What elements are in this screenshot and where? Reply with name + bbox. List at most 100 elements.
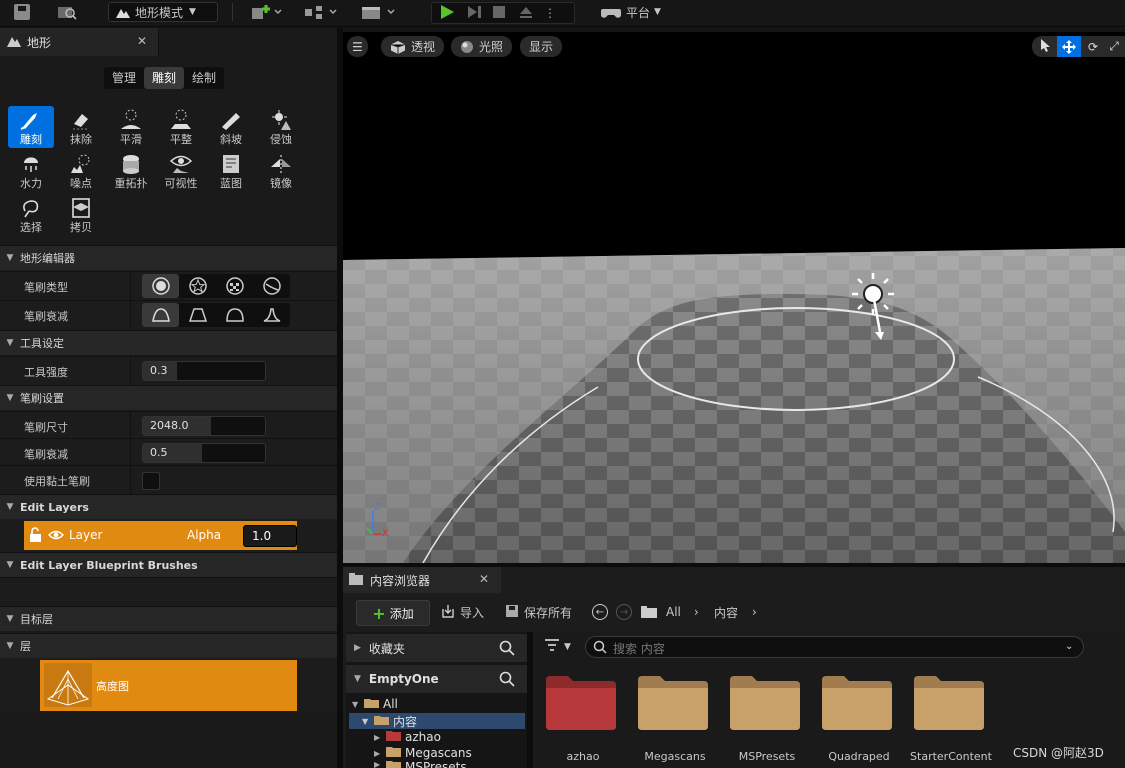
save-all-button[interactable]: 保存所有 [505,600,572,624]
select-cursor-icon[interactable] [1039,38,1057,55]
falloff-linear-button[interactable] [179,303,216,327]
gamepad-icon [601,9,621,18]
folder-tile-mspresets[interactable] [730,676,800,730]
clay-brush-checkbox[interactable] [142,472,160,490]
prop-divider [130,272,131,300]
tool-erosion[interactable]: 侵蚀 [258,106,304,148]
move-icon[interactable] [1057,36,1081,57]
section-tool-settings[interactable]: ▼ 工具设定 [0,330,337,355]
falloff-tip-button[interactable] [253,303,290,327]
tool-erase[interactable]: 抹除 [58,106,104,148]
history-forward-button[interactable]: → [616,600,632,624]
search-icon[interactable] [499,640,515,659]
tab-sculpt[interactable]: 雕刻 [144,67,185,89]
tool-visibility[interactable]: 可视性 [158,150,204,192]
rotate-icon[interactable]: ⟳ [1081,40,1105,54]
caret-right-icon: ▶ [374,732,381,742]
layer-row[interactable]: Layer Alpha 1.0 [24,521,297,550]
brush-circle-button[interactable] [142,274,179,298]
tab-manage[interactable]: 管理 [104,67,144,89]
history-back-button[interactable]: ← [592,600,608,624]
tree-item-megascans[interactable]: ▶ Megascans [374,745,472,761]
step-icon[interactable] [466,4,482,23]
perspective-button[interactable]: 透视 [381,36,445,57]
eye-icon[interactable] [48,529,64,544]
tool-sculpt[interactable]: 雕刻 [8,106,54,148]
landscape-mode-icon [116,9,130,18]
heightmap-layer-row[interactable]: 高度图 [40,660,297,711]
close-icon[interactable]: ✕ [479,572,489,586]
section-landscape-editor[interactable]: ▼ 地形编辑器 [0,245,337,270]
panel-tab-landscape[interactable]: 地形 ✕ [0,28,159,56]
section-edit-layers[interactable]: ▼ Edit Layers [0,494,337,519]
section-target-layers[interactable]: ▼ 目标层 [0,606,337,631]
tool-smooth[interactable]: 平滑 [108,106,154,148]
mode-select[interactable]: 地形模式 ▼ [108,2,218,22]
unlock-icon[interactable] [29,527,43,546]
section-brush-settings[interactable]: ▼ 笔刷设置 [0,385,337,410]
tool-ramp[interactable]: 斜坡 [208,106,254,148]
folder-tile-quadraped[interactable] [822,676,892,730]
tool-noise[interactable]: 噪点 [58,150,104,192]
tool-select[interactable]: 选择 [8,194,54,236]
scale-icon[interactable]: ⤢ [1105,39,1123,54]
brush-component-button[interactable] [253,274,290,298]
tab-paint[interactable]: 绘制 [184,67,224,89]
tool-copy[interactable]: 拷贝 [58,194,104,236]
eject-icon[interactable] [518,4,534,23]
section-blueprint-brushes[interactable]: ▼ Edit Layer Blueprint Brushes [0,552,337,577]
play-icon[interactable] [438,4,456,23]
stop-icon[interactable] [492,5,506,22]
prop-brush-size: 笔刷尺寸 2048.0 [0,411,337,440]
add-button[interactable]: + 添加 [356,600,430,626]
import-button[interactable]: 导入 [441,600,484,624]
tool-retopologize[interactable]: 重拓扑 [108,150,154,192]
folder-tile-startercontent[interactable] [914,676,984,730]
brush-size-input[interactable]: 2048.0 [142,416,266,436]
falloff-spherical-button[interactable] [216,303,253,327]
chevron-down-icon: ▼ [189,7,196,17]
folder-tile-azhao[interactable] [546,676,616,730]
tree-item-content[interactable]: ▼ 内容 [349,713,525,729]
tree-item-mspresets[interactable]: ▶ MSPresets [374,760,467,768]
tool-strength-input[interactable]: 0.3 [142,361,266,381]
browse-icon[interactable] [56,2,78,22]
favorites-header[interactable]: ▶ 收藏夹 [346,634,527,662]
breadcrumb-content[interactable]: 内容 [714,600,738,624]
falloff-smooth-button[interactable] [142,303,179,327]
lighting-button[interactable]: 光照 [451,36,513,57]
blueprint-menu-button[interactable] [302,2,342,22]
tool-mirror[interactable]: 镜像 [258,150,304,192]
filter-button[interactable]: ▼ [544,638,571,655]
project-header[interactable]: ▼ EmptyOne [346,665,527,693]
asset-search-input[interactable]: 搜索 内容 ⌄ [585,636,1084,658]
folder-icon [638,676,708,730]
level-viewport[interactable]: Z X ☰ 透视 光照 显示 ⟳ ⤢ [343,32,1125,563]
save-icon[interactable] [12,2,32,22]
breadcrumb-all[interactable]: All [666,600,681,624]
brush-pattern-button[interactable] [216,274,253,298]
chevron-down-icon[interactable]: ⌄ [1065,641,1073,652]
tool-blueprint[interactable]: 蓝图 [208,150,254,192]
cinematics-menu-button[interactable] [360,2,400,22]
add-actor-button[interactable] [248,2,282,22]
tool-label: 可视性 [164,177,198,190]
search-icon[interactable] [499,671,515,690]
folder-icon[interactable] [641,600,657,624]
alpha-input[interactable]: 1.0 [243,525,297,547]
section-layers[interactable]: ▼ 层 [0,633,337,658]
folder-icon [386,760,402,768]
tool-flatten[interactable]: 平整 [158,106,204,148]
folder-tile-megascans[interactable] [638,676,708,730]
content-browser-tab[interactable]: 内容浏览器 ✕ [343,567,501,593]
tree-item-all[interactable]: ▼ All [352,696,398,712]
brush-alpha-button[interactable] [179,274,216,298]
close-icon[interactable]: ✕ [137,34,147,48]
show-button[interactable]: 显示 [520,36,563,57]
platform-menu-button[interactable]: 平台 ▼ [600,2,661,22]
tree-item-azhao[interactable]: ▶ azhao [374,729,441,745]
brush-falloff-input[interactable]: 0.5 [142,443,266,463]
tool-hydro[interactable]: 水力 [8,150,54,192]
viewport-menu-button[interactable]: ☰ [347,36,368,57]
more-options-icon[interactable]: ⋮ [544,6,556,20]
